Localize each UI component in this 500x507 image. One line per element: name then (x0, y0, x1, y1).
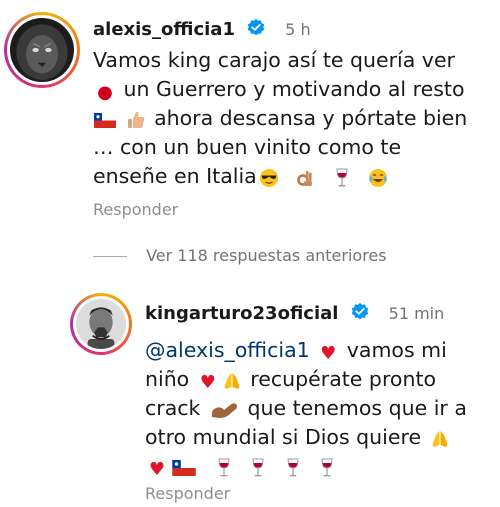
chile-flag-icon (93, 112, 117, 132)
flexed-bicep-icon (207, 400, 241, 422)
wine-glass-icon (330, 168, 354, 190)
ok-hand-icon (293, 168, 317, 190)
comment1-reply-button[interactable]: Responder (93, 200, 178, 219)
sunglasses-face-icon (257, 168, 281, 190)
verified-badge-icon (350, 302, 370, 326)
thumbs-up-icon (124, 110, 148, 132)
red-heart-icon: ♥ (199, 372, 216, 393)
wine-glass-icon (283, 458, 303, 480)
red-heart-icon: ♥ (320, 343, 337, 364)
mention-link[interactable]: @alexis_officia1 (145, 338, 310, 362)
folded-hands-icon (220, 371, 244, 393)
comment1-line: ahora descansa y pórtate bien (93, 104, 493, 133)
view-replies-label[interactable]: Ver 118 respuestas anteriores (146, 246, 387, 265)
chile-flag-icon (169, 460, 199, 480)
wine-glass-icon (248, 458, 268, 480)
red-heart-icon: ♥ (148, 459, 166, 480)
comment2-line: ♥ (145, 452, 495, 481)
comment2-text: @alexis_officia1 ♥ vamos mi niño ♥ recup… (145, 336, 495, 481)
tears-of-joy-icon (366, 168, 390, 190)
comment2-line: otro mundial si Dios quiere (145, 423, 495, 452)
profile-photo-image (76, 299, 126, 349)
blood-drop-icon: ● (97, 82, 113, 103)
wine-glass-icon (214, 458, 234, 480)
comment1-time: 5 h (285, 20, 311, 39)
avatar-alexis[interactable] (4, 12, 80, 88)
view-replies-divider (93, 256, 127, 257)
comment2-reply-button[interactable]: Responder (145, 484, 230, 503)
view-replies-link[interactable]: Ver 118 respuestas anteriores (93, 246, 387, 265)
lion-avatar-image (10, 18, 74, 82)
verified-badge-icon (246, 18, 266, 42)
comment2-line: @alexis_officia1 ♥ vamos mi (145, 338, 447, 364)
comment2-line: niño ♥ recupérate pronto (145, 367, 437, 393)
comment1-line: Vamos king carajo así te quería ver (93, 48, 455, 72)
comment1-header: alexis_officia1 5 h (93, 18, 311, 42)
comment2-username[interactable]: kingarturo23oficial (145, 303, 338, 324)
folded-hands-icon (428, 429, 452, 451)
comment2-header: kingarturo23oficial 51 min (145, 302, 444, 326)
comment2-line: crack que tenemos que ir a (145, 396, 467, 422)
wine-glass-icon (317, 458, 337, 480)
avatar-kingarturo[interactable] (70, 293, 132, 355)
comment2-time: 51 min (388, 304, 445, 323)
comment1-line: enseñe en Italia (93, 162, 493, 191)
comment1-text: Vamos king carajo así te quería ver ● un… (93, 46, 493, 191)
comment1-line: … con un buen vinito como te (93, 135, 402, 159)
comment1-line: ● un Guerrero y motivando al resto (93, 75, 493, 104)
comment1-username[interactable]: alexis_officia1 (93, 19, 235, 40)
